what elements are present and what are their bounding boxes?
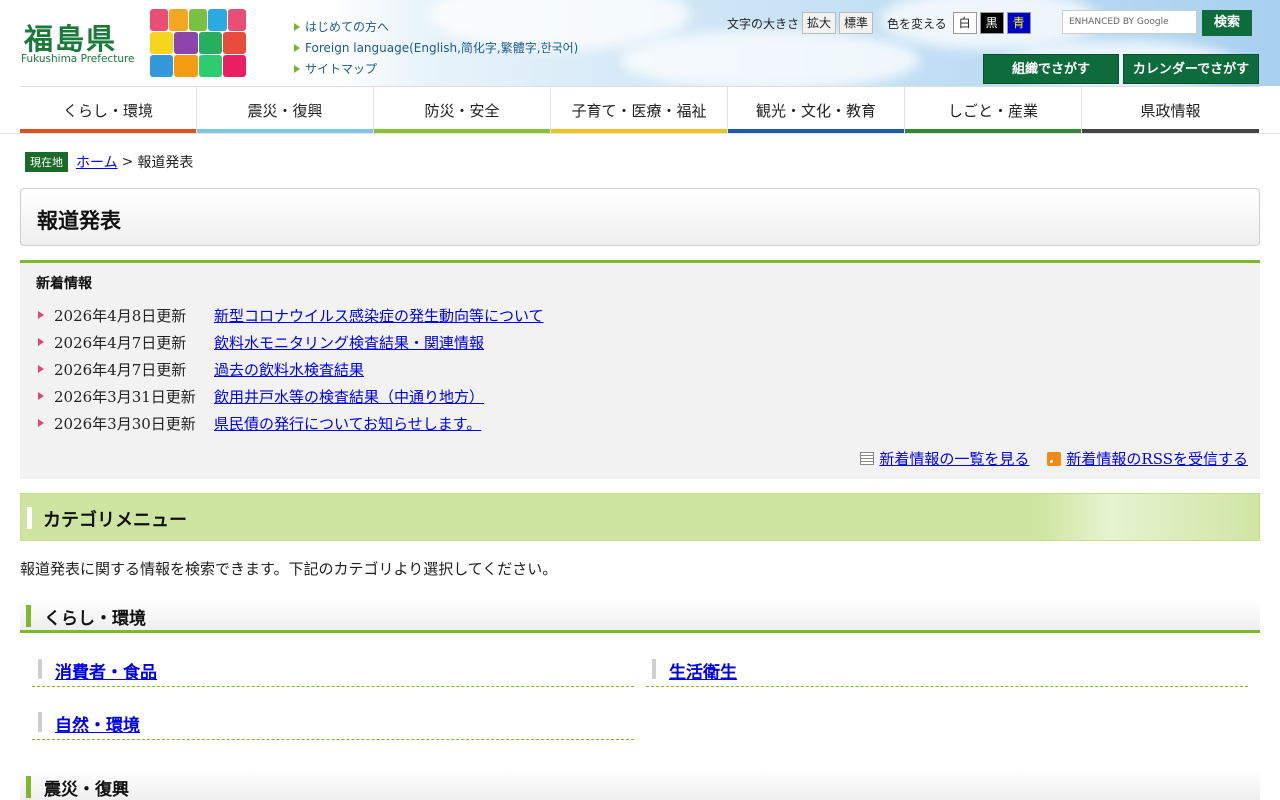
news-link[interactable]: 過去の飲料水検査結果 <box>214 359 364 380</box>
nav-item-work[interactable]: しごと・産業 <box>905 87 1082 134</box>
news-list-link[interactable]: 新着情報の一覧を見る <box>879 448 1029 469</box>
category-menu-heading: カテゴリメニュー <box>43 510 187 531</box>
link-marker <box>652 659 656 679</box>
header-link-sitemap[interactable]: サイトマップ <box>294 58 578 79</box>
nav-item-disaster-recovery[interactable]: 震災・復興 <box>197 87 374 134</box>
triangle-right-icon <box>294 43 300 52</box>
bullet-arrow-icon <box>38 365 44 373</box>
site-logo-subtitle: Fukushima Prefecture <box>21 53 135 65</box>
org-search-button[interactable]: 組織でさがす <box>983 54 1119 84</box>
color-white-button[interactable]: 白 <box>952 12 977 34</box>
site-header: 福島県 Fukushima Prefecture はじめての方へ Foreign… <box>0 0 1280 86</box>
news-date: 2026年4月7日更新 <box>54 360 187 379</box>
breadcrumb-separator: > <box>121 154 134 170</box>
news-item: 2026年4月8日更新 新型コロナウイルス感染症の発生動向等について <box>38 303 544 327</box>
news-link[interactable]: 県民債の発行についてお知らせします。 <box>214 413 481 434</box>
news-footer-links: 新着情報の一覧を見る 新着情報のRSSを受信する <box>860 448 1248 469</box>
text-enlarge-button[interactable]: 拡大 <box>802 12 837 34</box>
search-input[interactable]: ENHANCED BY Google <box>1062 10 1197 34</box>
nav-divider <box>0 133 1280 134</box>
news-date: 2026年3月30日更新 <box>54 414 196 433</box>
nav-item-living[interactable]: くらし・環境 <box>20 87 197 134</box>
slogan-logo <box>150 9 247 77</box>
heading-marker <box>26 776 31 798</box>
page-title: 報道発表 <box>37 209 121 233</box>
news-date: 2026年3月31日更新 <box>54 387 196 406</box>
text-size-label: 文字の大きさ <box>727 16 800 31</box>
nav-item-government[interactable]: 県政情報 <box>1082 87 1259 134</box>
bullet-arrow-icon <box>38 338 44 346</box>
triangle-right-icon <box>294 22 300 31</box>
page-title-box: 報道発表 <box>20 188 1260 246</box>
news-link[interactable]: 新型コロナウイルス感染症の発生動向等について <box>214 305 544 326</box>
breadcrumb-badge: 現在地 <box>25 152 68 172</box>
color-blue-button[interactable]: 青 <box>1006 12 1031 34</box>
category-link-hygiene[interactable]: 生活衛生 <box>669 658 737 683</box>
category-section-heading: 震災・復興 <box>20 770 1260 800</box>
news-date: 2026年4月7日更新 <box>54 333 187 352</box>
category-link-nature-environment[interactable]: 自然・環境 <box>55 711 140 736</box>
breadcrumb: 現在地 ホーム > 報道発表 <box>25 152 193 172</box>
news-link[interactable]: 飲用井戸水等の検査結果（中通り地方） <box>214 386 484 407</box>
category-menu-heading-box: カテゴリメニュー <box>20 493 1260 541</box>
link-marker <box>38 659 42 679</box>
heading-marker <box>27 507 32 529</box>
header-link-foreign[interactable]: Foreign language(English,简化字,繁體字,한국어) <box>294 37 578 58</box>
rss-icon <box>1047 451 1062 466</box>
breadcrumb-home-link[interactable]: ホーム <box>76 152 118 172</box>
calendar-search-button[interactable]: カレンダーでさがす <box>1123 54 1259 84</box>
accessibility-controls: 文字の大きさ 拡大 標準 色を変える 白 黒 青 <box>727 12 1031 34</box>
nav-item-tourism[interactable]: 観光・文化・教育 <box>728 87 905 134</box>
color-black-button[interactable]: 黒 <box>979 12 1004 34</box>
news-section: 新着情報 2026年4月8日更新 新型コロナウイルス感染症の発生動向等について … <box>20 260 1260 479</box>
list-icon <box>860 452 875 465</box>
nav-item-welfare[interactable]: 子育て・医療・福祉 <box>551 87 728 134</box>
bullet-arrow-icon <box>38 311 44 319</box>
header-link-beginner[interactable]: はじめての方へ <box>294 16 578 37</box>
category-section-heading: くらし・環境 <box>20 599 1260 633</box>
category-link-item: 消費者・食品 <box>32 653 634 687</box>
news-link[interactable]: 飲料水モニタリング検査結果・関連情報 <box>214 332 484 353</box>
category-link-item: 自然・環境 <box>32 706 634 740</box>
news-item: 2026年4月7日更新 過去の飲料水検査結果 <box>38 357 364 381</box>
news-heading: 新着情報 <box>36 276 92 292</box>
header-links: はじめての方へ Foreign language(English,简化字,繁體字… <box>294 16 578 79</box>
nav-item-safety[interactable]: 防災・安全 <box>374 87 551 134</box>
header-cloud <box>620 30 920 86</box>
category-link-consumer-food[interactable]: 消費者・食品 <box>55 658 157 683</box>
news-item: 2026年3月31日更新 飲用井戸水等の検査結果（中通り地方） <box>38 384 484 408</box>
color-change-label: 色を変える <box>887 16 947 31</box>
category-section-title: くらし・環境 <box>44 609 146 629</box>
link-marker <box>38 712 42 732</box>
category-intro-text: 報道発表に関する情報を検索できます。下記のカテゴリより選択してください。 <box>20 560 558 578</box>
heading-marker <box>26 605 31 627</box>
category-link-item: 生活衛生 <box>646 653 1248 687</box>
site-logo[interactable]: 福島県 <box>24 16 117 58</box>
news-date: 2026年4月8日更新 <box>54 306 187 325</box>
triangle-right-icon <box>294 64 300 73</box>
search-button[interactable]: 検索 <box>1202 10 1252 36</box>
breadcrumb-current: 報道発表 <box>137 155 194 171</box>
global-nav: くらし・環境 震災・復興 防災・安全 子育て・医療・福祉 観光・文化・教育 しご… <box>20 86 1260 134</box>
category-section-title: 震災・復興 <box>44 780 129 800</box>
bullet-arrow-icon <box>38 419 44 427</box>
news-item: 2026年4月7日更新 飲料水モニタリング検査結果・関連情報 <box>38 330 484 354</box>
text-standard-button[interactable]: 標準 <box>839 12 874 34</box>
bullet-arrow-icon <box>38 392 44 400</box>
news-rss-link[interactable]: 新着情報のRSSを受信する <box>1066 448 1248 469</box>
news-item: 2026年3月30日更新 県民債の発行についてお知らせします。 <box>38 411 481 435</box>
